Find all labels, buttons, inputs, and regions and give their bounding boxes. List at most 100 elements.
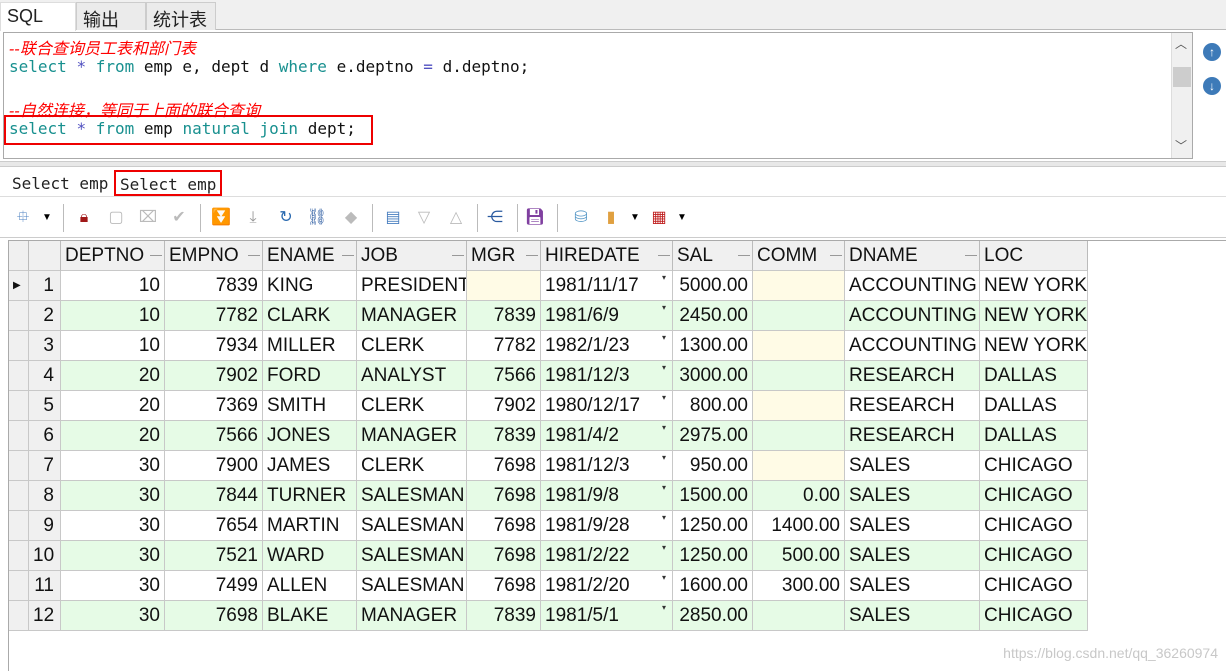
- first-icon[interactable]: ⤓: [242, 207, 264, 229]
- row-indicator[interactable]: [9, 421, 29, 451]
- sort-handle[interactable]: [452, 255, 464, 256]
- cell-dname[interactable]: SALES: [845, 571, 980, 601]
- dropdown-icon[interactable]: ▼: [671, 207, 693, 229]
- cell-sal[interactable]: 2975.00: [673, 421, 753, 451]
- cell-job[interactable]: MANAGER: [357, 421, 467, 451]
- column-header-job[interactable]: JOB: [357, 241, 467, 271]
- cell-dname[interactable]: SALES: [845, 511, 980, 541]
- cell-ename[interactable]: FORD: [263, 361, 357, 391]
- clear-icon[interactable]: ◆: [340, 207, 362, 229]
- cell-job[interactable]: CLERK: [357, 331, 467, 361]
- row-number[interactable]: 4: [29, 361, 61, 391]
- cell-hiredate[interactable]: 1981/12/3 ▾: [541, 451, 673, 481]
- date-picker-icon[interactable]: ▾: [662, 574, 666, 582]
- date-picker-icon[interactable]: ▾: [662, 424, 666, 432]
- cell-sal[interactable]: 800.00: [673, 391, 753, 421]
- cell-job[interactable]: MANAGER: [357, 601, 467, 631]
- cell-loc[interactable]: CHICAGO: [980, 541, 1088, 571]
- sort-handle[interactable]: [150, 255, 162, 256]
- row-indicator[interactable]: [9, 301, 29, 331]
- column-header-comm[interactable]: COMM: [753, 241, 845, 271]
- result-tab-1[interactable]: Select emp: [8, 171, 112, 197]
- save-icon[interactable]: 💾︎: [524, 207, 546, 229]
- cell-loc[interactable]: CHICAGO: [980, 571, 1088, 601]
- cell-loc[interactable]: NEW YORK: [980, 331, 1088, 361]
- post-icon[interactable]: ✔: [168, 207, 190, 229]
- cell-empno[interactable]: 7844: [165, 481, 263, 511]
- cell-sal[interactable]: 1300.00: [673, 331, 753, 361]
- cell-hiredate[interactable]: 1981/5/1 ▾: [541, 601, 673, 631]
- sort-handle[interactable]: [248, 255, 260, 256]
- cell-comm[interactable]: [753, 301, 845, 331]
- tab-output[interactable]: 输出: [76, 2, 146, 30]
- scroll-thumb[interactable]: [1173, 67, 1191, 87]
- sort-handle[interactable]: [342, 255, 354, 256]
- cell-deptno[interactable]: 30: [61, 451, 165, 481]
- column-header-loc[interactable]: LOC: [980, 241, 1088, 271]
- row-number[interactable]: 12: [29, 601, 61, 631]
- row-number[interactable]: 9: [29, 511, 61, 541]
- cell-job[interactable]: CLERK: [357, 391, 467, 421]
- cell-empno[interactable]: 7654: [165, 511, 263, 541]
- chart-icon[interactable]: ▮: [600, 207, 622, 229]
- cell-job[interactable]: SALESMAN: [357, 511, 467, 541]
- cell-deptno[interactable]: 30: [61, 541, 165, 571]
- cell-comm[interactable]: 1400.00: [753, 511, 845, 541]
- cell-job[interactable]: SALESMAN: [357, 571, 467, 601]
- scroll-up-icon[interactable]: ︿: [1175, 35, 1187, 52]
- cell-empno[interactable]: 7900: [165, 451, 263, 481]
- export-icon[interactable]: ▤: [382, 207, 404, 229]
- column-header-hiredate[interactable]: HIREDATE: [541, 241, 673, 271]
- prev-icon[interactable]: △: [445, 207, 467, 229]
- cell-mgr[interactable]: 7698: [467, 571, 541, 601]
- editor-scrollbar[interactable]: ︿ ﹀: [1171, 33, 1192, 158]
- row-number[interactable]: 2: [29, 301, 61, 331]
- cell-dname[interactable]: ACCOUNTING: [845, 271, 980, 301]
- column-header-mgr[interactable]: MGR: [467, 241, 541, 271]
- cell-mgr[interactable]: 7902: [467, 391, 541, 421]
- cell-ename[interactable]: MARTIN: [263, 511, 357, 541]
- row-indicator[interactable]: [9, 391, 29, 421]
- lock-icon[interactable]: 🔒︎: [73, 207, 95, 229]
- row-indicator[interactable]: [9, 511, 29, 541]
- cell-loc[interactable]: DALLAS: [980, 421, 1088, 451]
- row-number[interactable]: 10: [29, 541, 61, 571]
- next-icon[interactable]: ▽: [413, 207, 435, 229]
- cell-ename[interactable]: TURNER: [263, 481, 357, 511]
- cell-sal[interactable]: 1600.00: [673, 571, 753, 601]
- cell-empno[interactable]: 7369: [165, 391, 263, 421]
- cell-mgr[interactable]: 7566: [467, 361, 541, 391]
- cell-hiredate[interactable]: 1981/9/8 ▾: [541, 481, 673, 511]
- cell-dname[interactable]: SALES: [845, 541, 980, 571]
- cell-deptno[interactable]: 20: [61, 391, 165, 421]
- cell-deptno[interactable]: 20: [61, 361, 165, 391]
- cell-comm[interactable]: [753, 421, 845, 451]
- tab-sql[interactable]: SQL: [0, 2, 76, 31]
- cell-empno[interactable]: 7698: [165, 601, 263, 631]
- cell-loc[interactable]: CHICAGO: [980, 601, 1088, 631]
- cell-ename[interactable]: CLARK: [263, 301, 357, 331]
- cell-sal[interactable]: 3000.00: [673, 361, 753, 391]
- cell-ename[interactable]: KING: [263, 271, 357, 301]
- cell-ename[interactable]: JAMES: [263, 451, 357, 481]
- row-indicator[interactable]: [9, 361, 29, 391]
- tree-icon[interactable]: ⋲: [484, 207, 506, 229]
- cell-loc[interactable]: CHICAGO: [980, 481, 1088, 511]
- sort-handle[interactable]: [965, 255, 977, 256]
- table-icon[interactable]: ▦: [648, 207, 670, 229]
- cell-deptno[interactable]: 10: [61, 331, 165, 361]
- row-number[interactable]: 1: [29, 271, 61, 301]
- cell-hiredate[interactable]: 1981/9/28 ▾: [541, 511, 673, 541]
- prev-statement-icon[interactable]: ↑: [1203, 43, 1221, 61]
- refresh-icon[interactable]: ↻: [275, 207, 297, 229]
- dropdown-icon[interactable]: ▼: [624, 207, 646, 229]
- next-statement-icon[interactable]: ↓: [1203, 77, 1221, 95]
- cell-job[interactable]: SALESMAN: [357, 481, 467, 511]
- row-indicator[interactable]: [9, 331, 29, 361]
- cell-comm[interactable]: [753, 601, 845, 631]
- cell-ename[interactable]: BLAKE: [263, 601, 357, 631]
- sort-handle[interactable]: [526, 255, 538, 256]
- date-picker-icon[interactable]: ▾: [662, 334, 666, 342]
- cell-deptno[interactable]: 30: [61, 601, 165, 631]
- cell-mgr[interactable]: 7839: [467, 301, 541, 331]
